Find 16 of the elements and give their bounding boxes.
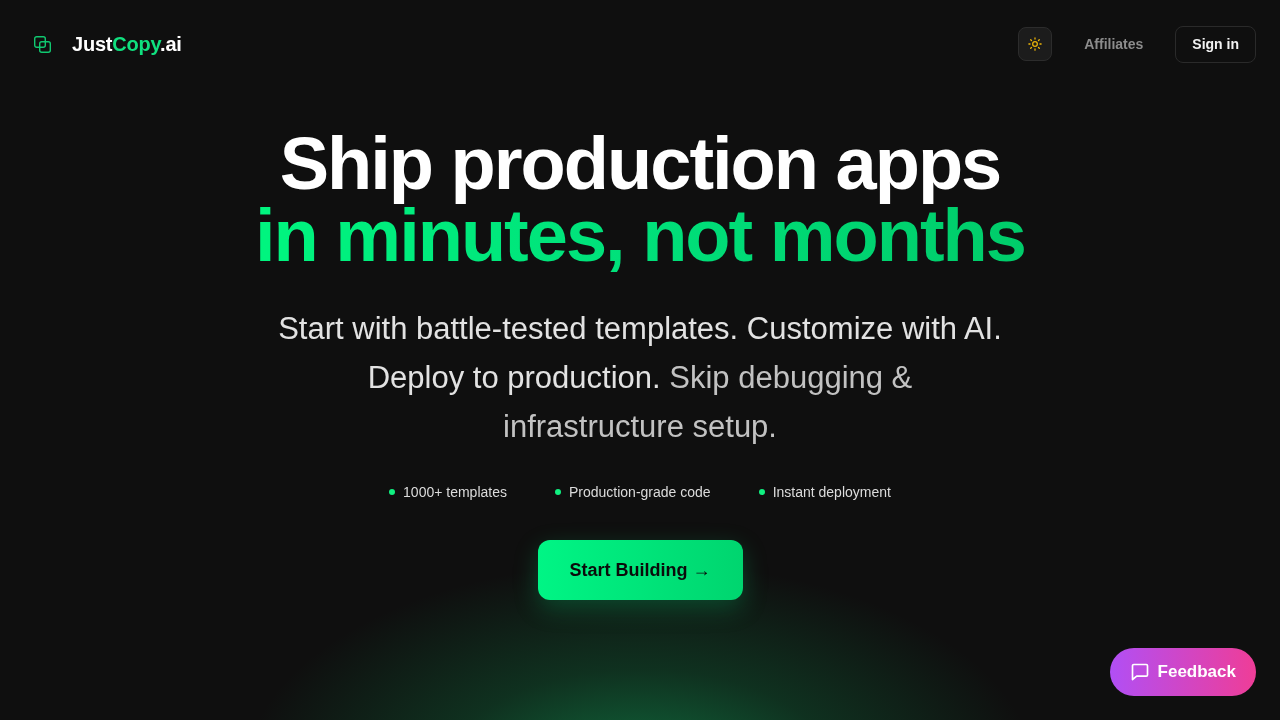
- theme-toggle-button[interactable]: [1018, 27, 1053, 61]
- chat-icon: [1129, 662, 1150, 682]
- bullet-dot-icon: [758, 489, 765, 495]
- sign-in-button[interactable]: Sign in: [1175, 25, 1256, 63]
- feature-text: 1000+ templates: [403, 484, 507, 500]
- sun-icon: [1028, 37, 1043, 51]
- copy-icon: [34, 35, 51, 53]
- feedback-button[interactable]: Feedback: [1109, 648, 1256, 696]
- affiliates-link[interactable]: Affiliates: [1068, 28, 1160, 60]
- logo-text: JustCopy.ai: [72, 32, 182, 56]
- feature-text: Production-grade code: [568, 484, 711, 500]
- bullet-dot-icon: [554, 489, 561, 495]
- start-building-button[interactable]: Start Building →: [537, 540, 743, 600]
- feature-text: Instant deployment: [772, 484, 891, 500]
- bullet-dot-icon: [389, 489, 396, 495]
- hero-subtitle: Start with battle-tested templates. Customize with AI. Deploy to production. Skip debugging & infrastructure setup.: [277, 310, 1003, 446]
